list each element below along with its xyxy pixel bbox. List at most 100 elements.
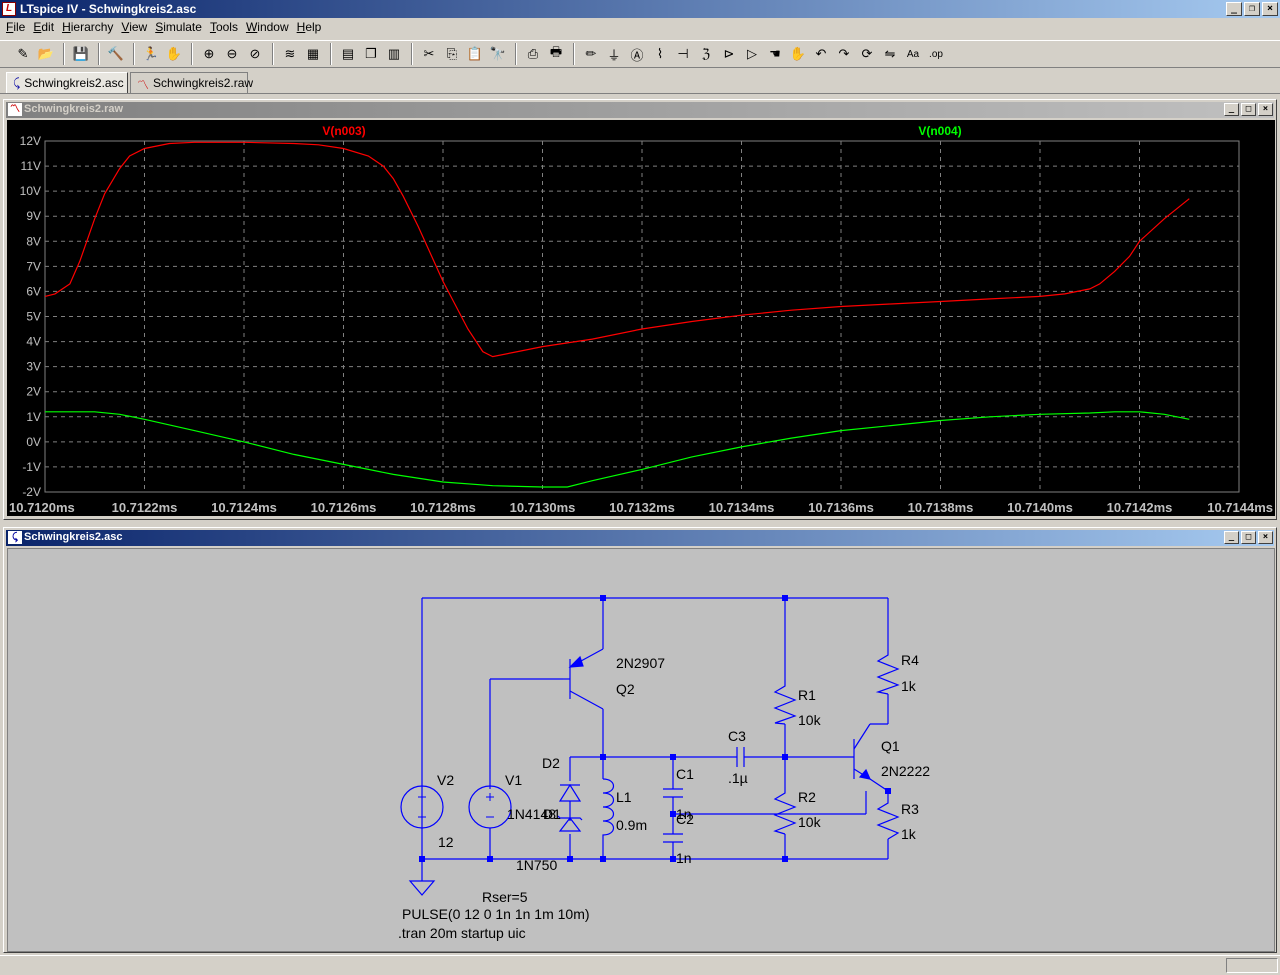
r2-ref-label: R2 <box>798 789 816 805</box>
text-icon[interactable]: Aa <box>902 43 924 65</box>
find-icon[interactable]: 🔭 <box>487 43 509 65</box>
redo-icon[interactable]: ↷ <box>833 43 855 65</box>
x-tick-label: 10.7138ms <box>908 500 974 515</box>
draw-wire-icon[interactable]: ✏ <box>580 43 602 65</box>
resistor-icon[interactable]: ⌇ <box>649 43 671 65</box>
inductor-icon[interactable]: ℨ <box>695 43 717 65</box>
waveform-icon: 〽 <box>8 103 22 116</box>
zoom-fit-icon[interactable]: ⊘ <box>244 43 266 65</box>
menu-window[interactable]: Window <box>244 18 295 38</box>
toolbar-separator <box>133 43 135 65</box>
run-icon[interactable]: 🏃 <box>140 43 162 65</box>
cascade-icon[interactable]: ❐ <box>360 43 382 65</box>
plot-maximize-button[interactable]: □ <box>1241 103 1256 116</box>
copy-icon[interactable]: ⎘ <box>441 43 463 65</box>
toolbar: ✎ 📂 💾 🔨 🏃 ✋ ⊕ ⊖ ⊘ ≋ ▦ ▤ ❐ ▥ ✂ ⎘ 📋 🔭 ⎙ 🖶 ✏ ⏚ Ⓐ ⌇ ⊣ ℨ ⊳ ▷ ☚ ✋ ↶ ↷ ⟳ ⇋ Aa .op <box>0 40 1280 68</box>
y-tick-label: -1V <box>22 460 41 474</box>
app-title-bar: L LTspice IV - Schwingkreis2.asc _ ❐ × <box>0 0 1280 18</box>
halt-icon[interactable]: ✋ <box>163 43 185 65</box>
tran-directive[interactable]: .tran 20m startup uic <box>398 925 526 941</box>
plot-minimize-button[interactable]: _ <box>1224 103 1239 116</box>
tile-horizontal-icon[interactable]: ▤ <box>337 43 359 65</box>
menu-view[interactable]: View <box>119 18 153 38</box>
minimize-button[interactable]: _ <box>1226 2 1242 16</box>
print-setup-icon[interactable]: ⎙ <box>522 43 544 65</box>
series-line-vn003 <box>44 141 1190 358</box>
capacitor-icon[interactable]: ⊣ <box>672 43 694 65</box>
control-panel-icon[interactable]: 🔨 <box>105 43 127 65</box>
wires <box>400 597 900 896</box>
print-icon[interactable]: 🖶 <box>545 43 567 65</box>
waveform-chart[interactable]: 12V11V10V9V8V7V6V5V4V3V2V1V0V-1V-2V10.71… <box>7 120 1275 516</box>
spice-directive-icon[interactable]: .op <box>925 43 947 65</box>
mirror-icon[interactable]: ⇋ <box>879 43 901 65</box>
x-tick-label: 10.7136ms <box>808 500 874 515</box>
d2-ref-label: D2 <box>542 755 560 771</box>
c2-value-label: 1n <box>676 850 692 866</box>
menu-tools[interactable]: Tools <box>208 18 244 38</box>
waveform-title-text: Schwingkreis2.raw <box>24 103 124 115</box>
x-tick-label: 10.7124ms <box>211 500 277 515</box>
y-tick-label: 11V <box>21 159 41 173</box>
undo-icon[interactable]: ↶ <box>810 43 832 65</box>
move-icon[interactable]: ☚ <box>764 43 786 65</box>
menu-hierarchy[interactable]: Hierarchy <box>60 18 119 38</box>
schem-maximize-button[interactable]: □ <box>1241 531 1256 544</box>
cut-icon[interactable]: ✂ <box>418 43 440 65</box>
component-icon[interactable]: ▷ <box>741 43 763 65</box>
waveform-window-title: 〽 Schwingkreis2.raw _ □ × <box>6 102 1274 118</box>
x-tick-label: 10.7120ms <box>9 500 75 515</box>
legend-entry: V(n003) <box>322 124 365 138</box>
waveform-icon: 〽 <box>137 78 150 92</box>
plot-close-button[interactable]: × <box>1258 103 1273 116</box>
waveform-plot[interactable]: 12V 11V 10V 9V 8V 7V 6V 5V 4V 3V 2V 1V 0V -1V -2V 10.71… <box>7 120 1275 516</box>
tile-vertical-icon[interactable]: ▥ <box>383 43 405 65</box>
toolbar-separator <box>191 43 193 65</box>
c3-value-label: .1µ <box>728 770 748 786</box>
menu-simulate[interactable]: Simulate <box>153 18 208 38</box>
legend-entry: V(n004) <box>918 124 961 138</box>
toolbar-separator <box>63 43 65 65</box>
r4-value-label: 1k <box>901 678 917 694</box>
r2-value-label: 10k <box>798 814 822 830</box>
y-tick-label: 2V <box>26 385 41 399</box>
y-tick-label: 1V <box>26 410 41 424</box>
zoom-out-icon[interactable]: ⊖ <box>221 43 243 65</box>
schem-minimize-button[interactable]: _ <box>1224 531 1239 544</box>
schematic-drawing[interactable]: 2N2907 Q2 R4 1k R1 10k C3 .1µ Q1 2N2222 … <box>8 549 1274 951</box>
source-symbols <box>418 793 494 818</box>
menu-edit[interactable]: Edit <box>31 18 60 38</box>
tab-waveform[interactable]: 〽 Schwingkreis2.raw <box>130 72 253 93</box>
rotate-icon[interactable]: ⟳ <box>856 43 878 65</box>
schematic-window-title: ⤹ Schwingkreis2.asc _ □ × <box>6 530 1274 546</box>
q1-ref-label: Q1 <box>881 738 900 754</box>
rser-directive: Rser=5 <box>482 889 528 905</box>
schematic-canvas[interactable]: 2N2907 Q2 R4 1k R1 10k C3 .1µ Q1 2N2222 … <box>7 548 1275 952</box>
restore-button[interactable]: ❐ <box>1244 2 1260 16</box>
tab-schematic[interactable]: ⤹ Schwingkreis2.asc <box>6 72 128 93</box>
y-tick-label: 10V <box>20 184 41 198</box>
ltspice-icon[interactable]: L <box>2 2 16 16</box>
menu-help[interactable]: Help <box>295 18 328 38</box>
save-icon[interactable]: 💾 <box>70 43 92 65</box>
x-tick-label: 10.7142ms <box>1107 500 1173 515</box>
zoom-in-icon[interactable]: ⊕ <box>198 43 220 65</box>
drag-icon[interactable]: ✋ <box>787 43 809 65</box>
close-button[interactable]: × <box>1262 2 1278 16</box>
menu-file[interactable]: File <box>4 18 31 38</box>
r3-value-label: 1k <box>901 826 917 842</box>
c1-ref-label: C1 <box>676 766 694 782</box>
q2-ref-label: Q2 <box>616 681 635 697</box>
paste-icon[interactable]: 📋 <box>464 43 486 65</box>
r1-value-label: 10k <box>798 712 822 728</box>
diode-icon[interactable]: ⊳ <box>718 43 740 65</box>
toolbar-separator <box>515 43 517 65</box>
ground-icon[interactable]: ⏚ <box>603 43 625 65</box>
autorange-icon[interactable]: ≋ <box>279 43 301 65</box>
grid-icon[interactable]: ▦ <box>302 43 324 65</box>
label-net-icon[interactable]: Ⓐ <box>626 43 648 65</box>
new-schematic-icon[interactable]: ✎ <box>12 43 34 65</box>
open-icon[interactable]: 📂 <box>35 43 57 65</box>
schematic-title-text: Schwingkreis2.asc <box>24 531 123 543</box>
schem-close-button[interactable]: × <box>1258 531 1273 544</box>
